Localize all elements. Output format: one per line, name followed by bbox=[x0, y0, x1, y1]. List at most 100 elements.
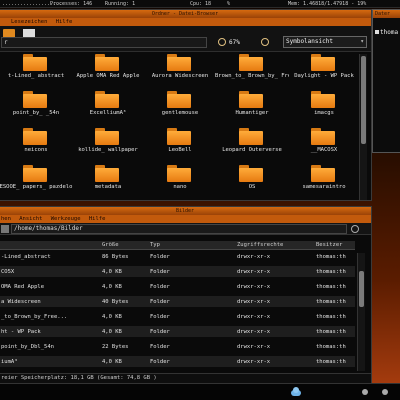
cell-name: point_by_Dbl_54n bbox=[1, 344, 54, 350]
table-row[interactable]: CO5X 4,0 KB Folder drwxr-xr-x thomas:th bbox=[0, 266, 355, 277]
table-row[interactable]: -Lined_abstract 86 Bytes Folder drwxr-xr-x t… bbox=[0, 251, 355, 262]
taskbar bbox=[0, 383, 400, 400]
folder-label: Daylight - WP Pack bbox=[294, 73, 354, 79]
tray-status-icon[interactable] bbox=[362, 389, 368, 395]
folder-item[interactable]: samesaraintro bbox=[287, 165, 361, 201]
table-scrollbar[interactable] bbox=[357, 253, 365, 371]
table-row[interactable]: a Widescreen 40 Bytes Folder drwxr-xr-x thom… bbox=[0, 296, 355, 307]
folder-item[interactable]: Humantiger bbox=[215, 91, 289, 127]
folder-icon bbox=[239, 165, 263, 182]
folder-label: Brown_to_ Brown_by_ Freeman bbox=[215, 73, 289, 79]
folder-item[interactable]: gentlemouse bbox=[143, 91, 217, 127]
folder-item[interactable]: Aurora Widescreen bbox=[143, 54, 217, 90]
path-input[interactable]: /home/thomas/Bilder bbox=[11, 224, 347, 234]
folder-item[interactable]: Brown_to_ Brown_by_ Freeman bbox=[215, 54, 289, 90]
icon-grid-scrollbar[interactable] bbox=[359, 54, 367, 200]
cell-permissions: drwxr-xr-x bbox=[237, 299, 271, 305]
menu-bookmarks[interactable]: Lesezeichen bbox=[11, 19, 47, 25]
window-titlebar[interactable]: Bilder bbox=[0, 207, 371, 215]
zoom-level: 67% bbox=[229, 39, 240, 46]
folder-item[interactable]: neicons bbox=[0, 128, 73, 164]
column-type[interactable]: Typ bbox=[150, 242, 160, 248]
menu-help[interactable]: Hilfe bbox=[89, 216, 106, 222]
sidebar-item-home[interactable]: thoma bbox=[375, 29, 398, 36]
cell-permissions: drwxr-xr-x bbox=[237, 254, 271, 260]
column-permissions[interactable]: Zugriffsrechte bbox=[237, 242, 283, 248]
file-browser-window-bottom: Bilder hen Ansicht Werkzeuge Hilfe /home… bbox=[0, 206, 372, 384]
table-row[interactable]: iumÃ³ 4,0 KB Folder drwxr-xr-x thomas:th bbox=[0, 356, 355, 367]
cell-type: Folder bbox=[150, 254, 170, 260]
folder-label: Apple OMA Red Apple bbox=[76, 73, 140, 79]
cell-type: Folder bbox=[150, 284, 170, 290]
weather-icon[interactable] bbox=[290, 387, 301, 397]
folder-icon bbox=[95, 128, 119, 145]
folder-item[interactable]: Apple OMA Red Apple bbox=[71, 54, 145, 90]
cell-size: 4,0 KB bbox=[102, 314, 122, 320]
column-owner[interactable]: Besitzer bbox=[316, 242, 343, 248]
table-header: Größe Typ Zugriffsrechte Besitzer bbox=[0, 241, 355, 250]
folder-label: Aurora Widescreen bbox=[151, 73, 209, 79]
table-row[interactable]: ht - WP Pack 4,0 KB Folder drwxr-xr-x thomas… bbox=[0, 326, 355, 337]
location-input[interactable]: r bbox=[1, 37, 207, 48]
cell-size: 4,0 KB bbox=[102, 359, 122, 365]
menu-bar: Lesezeichen Hilfe bbox=[0, 18, 371, 26]
folder-item[interactable]: imacgs bbox=[287, 91, 361, 127]
window-titlebar[interactable]: Ordner - Datei-Browser bbox=[0, 10, 371, 18]
cpu-percent: % bbox=[227, 1, 231, 7]
window-titlebar[interactable]: Dater bbox=[373, 10, 400, 18]
folder-icon bbox=[23, 91, 47, 108]
table-row[interactable]: _to_Brown_by_Free... 4,0 KB Folder drwxr-xr… bbox=[0, 311, 355, 322]
folder-item[interactable]: __MACOSX bbox=[287, 128, 361, 164]
up-folder-icon[interactable] bbox=[1, 225, 9, 233]
cell-size: 4,0 KB bbox=[102, 269, 122, 275]
column-size[interactable]: Größe bbox=[102, 242, 119, 248]
folder-label: Humantiger bbox=[235, 110, 269, 116]
folder-label: neicons bbox=[24, 147, 48, 153]
menu-tools[interactable]: Werkzeuge bbox=[51, 216, 81, 222]
scrollbar-thumb[interactable] bbox=[361, 56, 366, 144]
file-browser-window-top: Ordner - Datei-Browser Lesezeichen Hilfe… bbox=[0, 9, 372, 201]
tray-status-icon[interactable] bbox=[382, 389, 388, 395]
zoom-in-icon[interactable] bbox=[261, 38, 269, 46]
folder-label: gentlemouse bbox=[161, 110, 199, 116]
folder-item[interactable]: point_by_ _54n bbox=[0, 91, 73, 127]
cell-name: -Lined_abstract bbox=[1, 254, 51, 260]
folder-label: ESOOE_ papers_ pazdelo bbox=[0, 184, 73, 190]
folder-item[interactable]: Daylight - WP Pack bbox=[287, 54, 361, 90]
menu-view[interactable]: Ansicht bbox=[19, 216, 42, 222]
folder-item[interactable]: kollide_ wallpaper bbox=[71, 128, 145, 164]
cell-type: Folder bbox=[150, 314, 170, 320]
cell-permissions: drwxr-xr-x bbox=[237, 344, 271, 350]
folder-icon bbox=[95, 91, 119, 108]
folder-label: nano bbox=[173, 184, 187, 190]
folder-icon bbox=[23, 128, 47, 145]
folder-item[interactable]: nano bbox=[143, 165, 217, 201]
folder-icon bbox=[239, 128, 263, 145]
folder-label: LeoBell bbox=[168, 147, 192, 153]
cell-name: a Widescreen bbox=[1, 299, 41, 305]
table-row[interactable]: OMA Red Apple 4,0 KB Folder drwxr-xr-x thoma… bbox=[0, 281, 355, 292]
folder-item[interactable]: LeoBell bbox=[143, 128, 217, 164]
menu-edit[interactable]: hen bbox=[1, 216, 11, 222]
folder-item[interactable]: metadata bbox=[71, 165, 145, 201]
cell-size: 40 Bytes bbox=[102, 299, 129, 305]
folder-icon bbox=[23, 165, 47, 182]
icon-grid: t-Lined_ abstract Apple OMA Red Apple Auro… bbox=[0, 54, 359, 200]
cell-permissions: drwxr-xr-x bbox=[237, 359, 271, 365]
table-row[interactable]: point_by_Dbl_54n 22 Bytes Folder drwxr-xr-x… bbox=[0, 341, 355, 352]
menu-help[interactable]: Hilfe bbox=[56, 19, 73, 25]
side-window: Dater thoma bbox=[372, 9, 400, 153]
folder-icon bbox=[95, 165, 119, 182]
folder-item[interactable]: t-Lined_ abstract bbox=[0, 54, 73, 90]
folder-item[interactable]: ExcelliumÃ³ bbox=[71, 91, 145, 127]
folder-item[interactable]: OS bbox=[215, 165, 289, 201]
folder-label: point_by_ _54n bbox=[12, 110, 60, 116]
zoom-out-icon[interactable] bbox=[218, 38, 226, 46]
folder-item[interactable]: ESOOE_ papers_ pazdelo bbox=[0, 165, 73, 201]
search-icon[interactable] bbox=[351, 225, 359, 233]
cell-owner: thomas:th bbox=[316, 329, 346, 335]
scrollbar-thumb[interactable] bbox=[359, 271, 364, 307]
folder-item[interactable]: Leopard Outerverse bbox=[215, 128, 289, 164]
folder-label: Leopard Outerverse bbox=[222, 147, 282, 153]
view-mode-select[interactable]: Symbolansicht bbox=[283, 36, 367, 48]
